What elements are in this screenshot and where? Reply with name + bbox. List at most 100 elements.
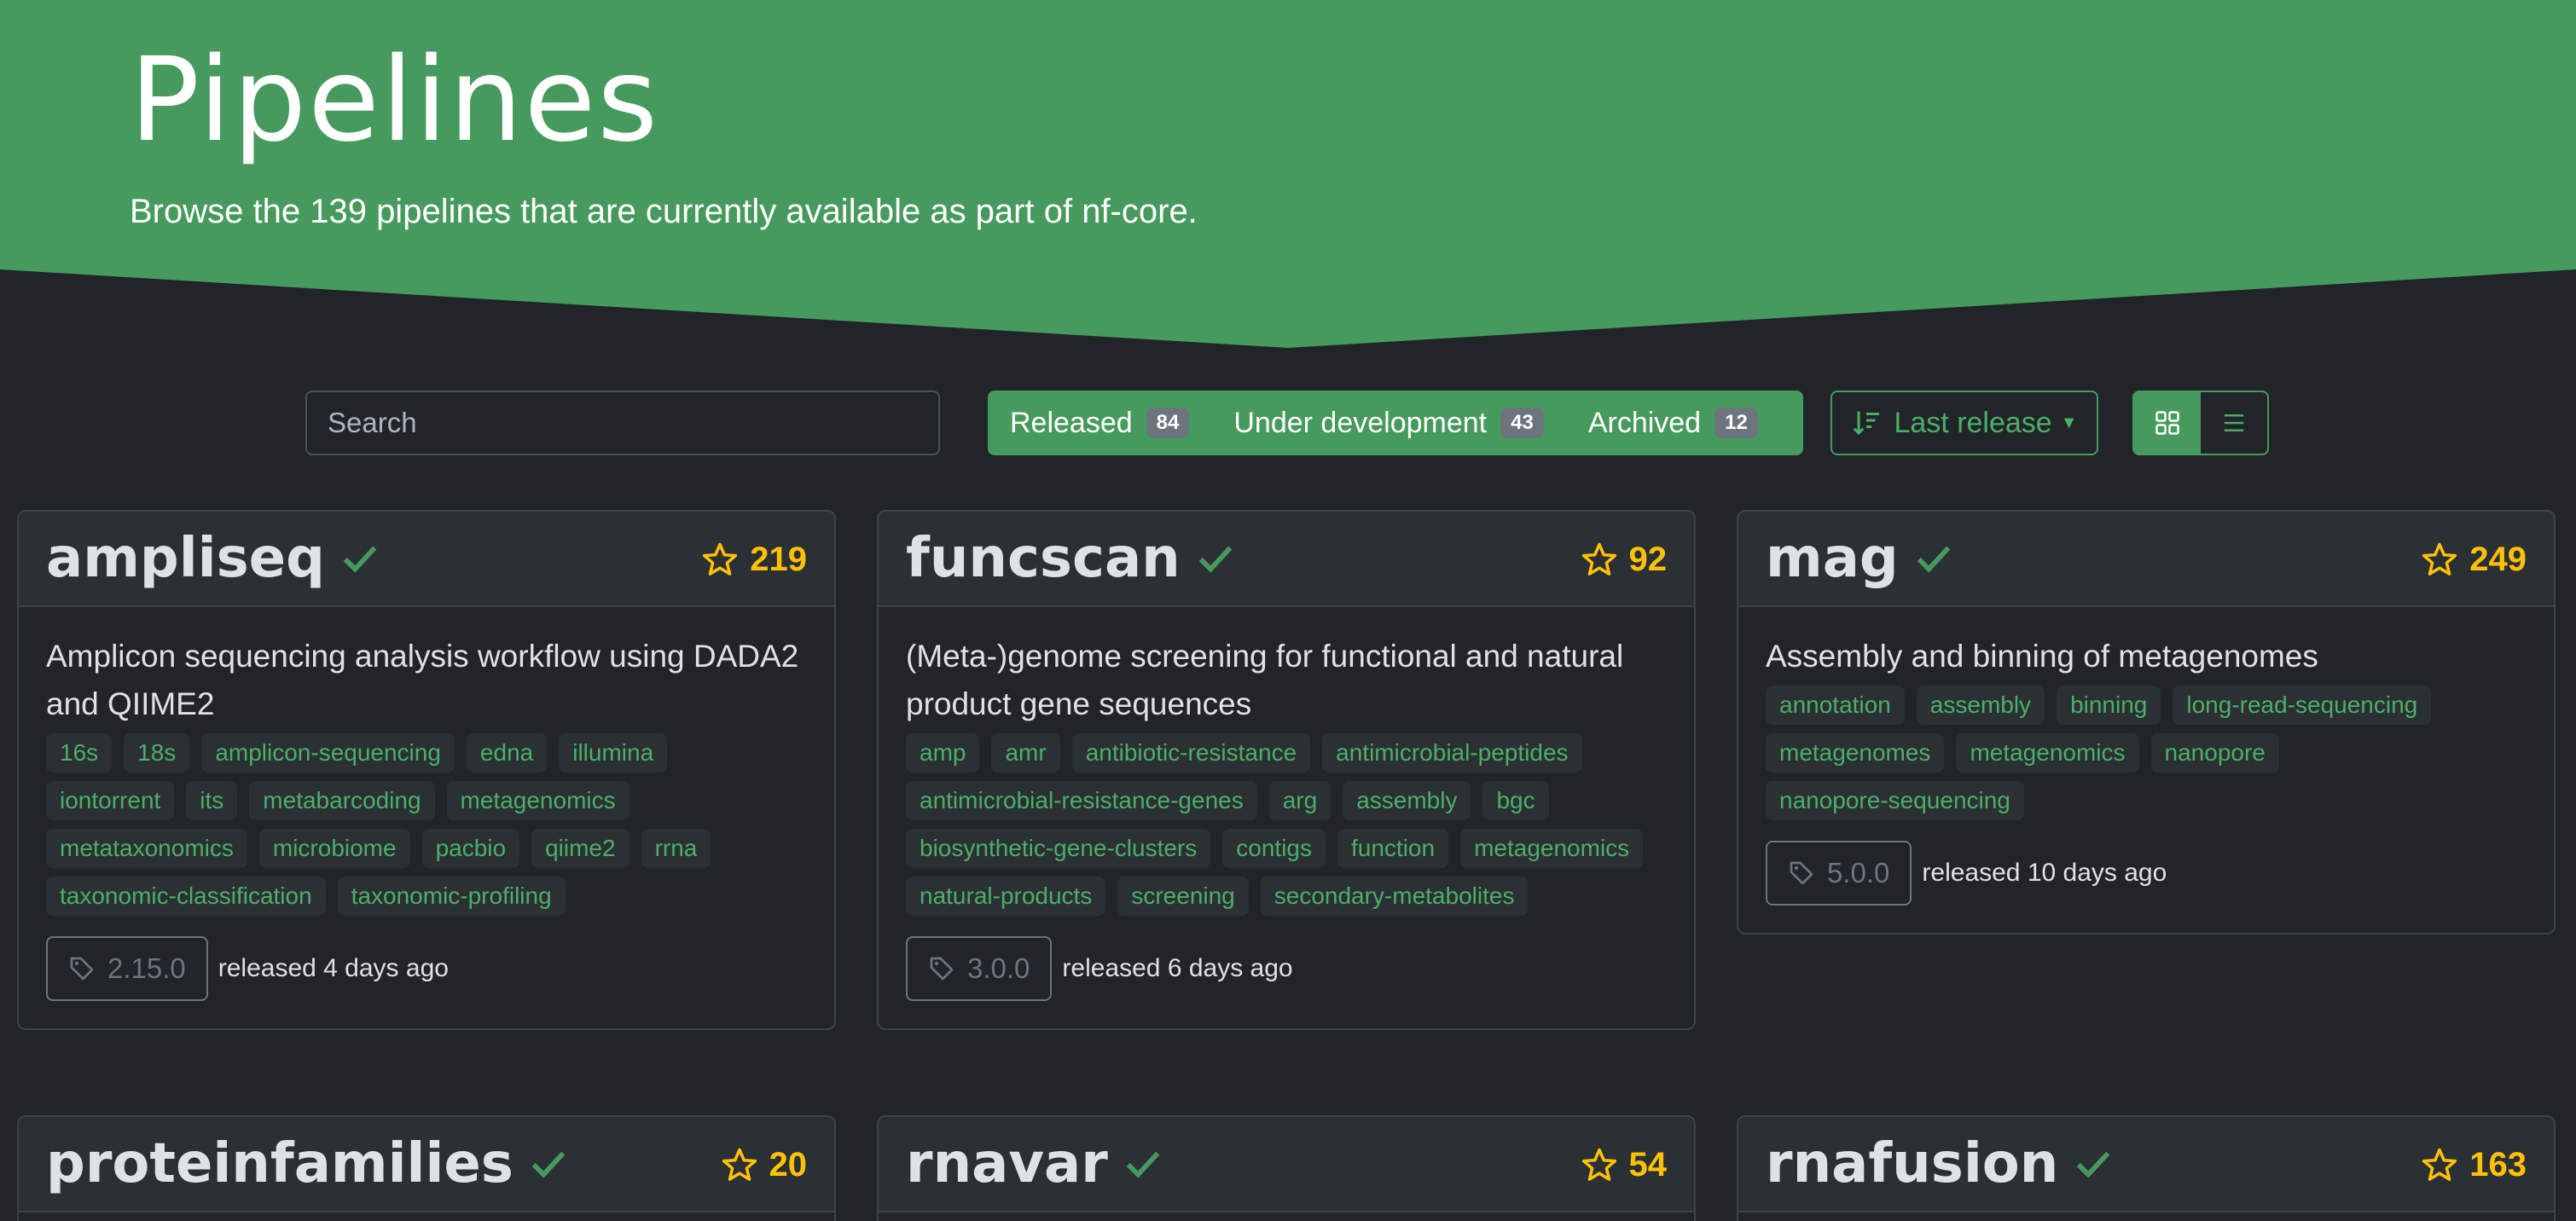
version-button[interactable]: 2.15.0	[46, 936, 208, 1001]
topic-tag[interactable]: amr	[991, 733, 1060, 773]
topic-tag[interactable]: metagenomes	[1766, 733, 1945, 773]
hero-banner: Pipelines Browse the 139 pipelines that …	[0, 0, 2576, 350]
count-badge: 12	[1714, 408, 1758, 438]
topic-list: amp amr antibiotic-resistance antimicrob…	[906, 733, 1667, 916]
check-icon	[1196, 539, 1235, 578]
topic-tag[interactable]: metagenomics	[446, 781, 629, 820]
topic-tag[interactable]: bgc	[1482, 781, 1549, 820]
topic-tag[interactable]: antibiotic-resistance	[1071, 733, 1311, 773]
version-button[interactable]: 3.0.0	[906, 936, 1053, 1001]
star-count-value: 92	[1628, 540, 1668, 578]
topic-tag[interactable]: taxonomic-classification	[46, 877, 326, 916]
pipeline-name-link[interactable]: ampliseq	[46, 527, 325, 590]
topic-tag[interactable]: assembly	[1343, 781, 1471, 820]
filter-under-development-button[interactable]: Under development 43	[1211, 391, 1565, 455]
sort-dropdown-button[interactable]: Last release ▼	[1830, 391, 2098, 455]
topic-tag[interactable]: metagenomics	[1460, 829, 1644, 868]
star-count[interactable]: 219	[702, 512, 807, 607]
page-title: Pipelines	[130, 33, 660, 168]
star-count-value: 249	[2469, 540, 2527, 578]
card-body: (Meta-)genome screening for functional a…	[879, 607, 1694, 1028]
topic-tag[interactable]: contigs	[1222, 829, 1326, 868]
filter-label: Under development	[1233, 406, 1488, 439]
check-icon	[340, 539, 380, 578]
topic-tag[interactable]: qiime2	[531, 829, 629, 868]
version-button[interactable]: 5.0.0	[1766, 841, 1912, 906]
pipeline-name-link[interactable]: mag	[1766, 527, 1899, 590]
grid-icon	[2155, 411, 2179, 435]
topic-tag[interactable]: its	[186, 781, 238, 820]
topic-tag[interactable]: metabarcoding	[249, 781, 435, 820]
check-icon	[1123, 1144, 1163, 1183]
star-count[interactable]: 20	[722, 1117, 808, 1212]
filter-archived-button[interactable]: Archived 12	[1566, 391, 1780, 455]
topic-tag[interactable]: assembly	[1916, 686, 2045, 725]
sort-icon	[1854, 411, 1880, 436]
topic-tag[interactable]: natural-products	[906, 877, 1106, 916]
released-text: released 10 days ago	[1922, 859, 2167, 887]
card-header: rnavar 54	[879, 1117, 1694, 1212]
check-icon	[2074, 1144, 2113, 1183]
search-input[interactable]	[305, 391, 940, 455]
star-count[interactable]: 54	[1581, 1117, 1667, 1212]
star-icon	[2422, 542, 2457, 576]
topic-tag[interactable]: metataxonomics	[46, 829, 247, 868]
check-icon	[529, 1144, 568, 1183]
topic-tag[interactable]: function	[1337, 829, 1449, 868]
topic-tag[interactable]: screening	[1117, 877, 1249, 916]
topic-tag[interactable]: long-read-sequencing	[2173, 686, 2432, 725]
card-header: funcscan 92	[879, 512, 1694, 607]
topic-tag[interactable]: microbiome	[258, 829, 410, 868]
pipeline-name-link[interactable]: rnavar	[906, 1132, 1108, 1195]
pipeline-name-link[interactable]: rnafusion	[1766, 1132, 2058, 1195]
count-badge: 84	[1146, 408, 1190, 438]
filter-released-button[interactable]: Released 84	[988, 391, 1211, 455]
star-count-value: 20	[769, 1145, 808, 1183]
topic-tag[interactable]: biosynthetic-gene-clusters	[906, 829, 1211, 868]
topic-tag[interactable]: 16s	[46, 733, 113, 773]
pipeline-description: Assembly and binning of metagenomes	[1766, 639, 2318, 674]
tag-icon	[930, 957, 954, 981]
list-view-button[interactable]	[2201, 392, 2267, 454]
filter-label: Archived	[1587, 406, 1702, 439]
release-info: 5.0.0 released 10 days ago	[1766, 841, 2527, 906]
topic-tag[interactable]: amp	[906, 733, 980, 773]
pipeline-card-rnavar: rnavar 54	[877, 1115, 1696, 1221]
status-filter-group: Released 84 Under development 43 Archive…	[988, 391, 1803, 455]
topic-tag[interactable]: metagenomics	[1956, 733, 2139, 773]
grid-view-button[interactable]	[2134, 392, 2201, 454]
topic-tag[interactable]: binning	[2057, 686, 2161, 725]
topic-tag[interactable]: rrna	[641, 829, 711, 868]
star-icon	[1581, 542, 1616, 576]
topic-tag[interactable]: nanopore-sequencing	[1766, 781, 2024, 820]
topic-tag[interactable]: arg	[1268, 781, 1332, 820]
topic-tag[interactable]: iontorrent	[46, 781, 175, 820]
topic-tag[interactable]: taxonomic-profiling	[337, 877, 566, 916]
star-count[interactable]: 163	[2422, 1117, 2527, 1212]
topic-tag[interactable]: nanopore	[2150, 733, 2279, 773]
card-header: rnafusion 163	[1738, 1117, 2554, 1212]
star-count[interactable]: 92	[1581, 512, 1668, 607]
topic-tag[interactable]: secondary-metabolites	[1260, 877, 1529, 916]
topic-tag[interactable]: pacbio	[421, 829, 520, 868]
card-header: proteinfamilies 20	[19, 1117, 834, 1212]
topic-tag[interactable]: antimicrobial-peptides	[1322, 733, 1582, 773]
topic-tag[interactable]: illumina	[559, 733, 668, 773]
card-body: Amplicon sequencing analysis workflow us…	[19, 607, 834, 1028]
version-label: 3.0.0	[967, 952, 1030, 984]
topic-tag[interactable]: 18s	[124, 733, 190, 773]
star-count-value: 219	[750, 540, 807, 578]
card-header: mag 249	[1738, 512, 2554, 607]
tag-icon	[70, 957, 94, 981]
pipeline-name-link[interactable]: funcscan	[906, 527, 1181, 590]
topic-tag[interactable]: edna	[466, 733, 548, 773]
topic-tag[interactable]: antimicrobial-resistance-genes	[906, 781, 1257, 820]
star-icon	[2422, 1148, 2457, 1181]
star-count[interactable]: 249	[2422, 512, 2527, 607]
card-body: Assembly and binning of metagenomes anno…	[1738, 607, 2554, 933]
pipeline-name-link[interactable]: proteinfamilies	[46, 1132, 513, 1195]
released-text: released 6 days ago	[1062, 954, 1293, 982]
topic-tag[interactable]: amplicon-sequencing	[201, 733, 455, 773]
version-label: 5.0.0	[1827, 857, 1890, 888]
topic-tag[interactable]: annotation	[1766, 686, 1905, 725]
